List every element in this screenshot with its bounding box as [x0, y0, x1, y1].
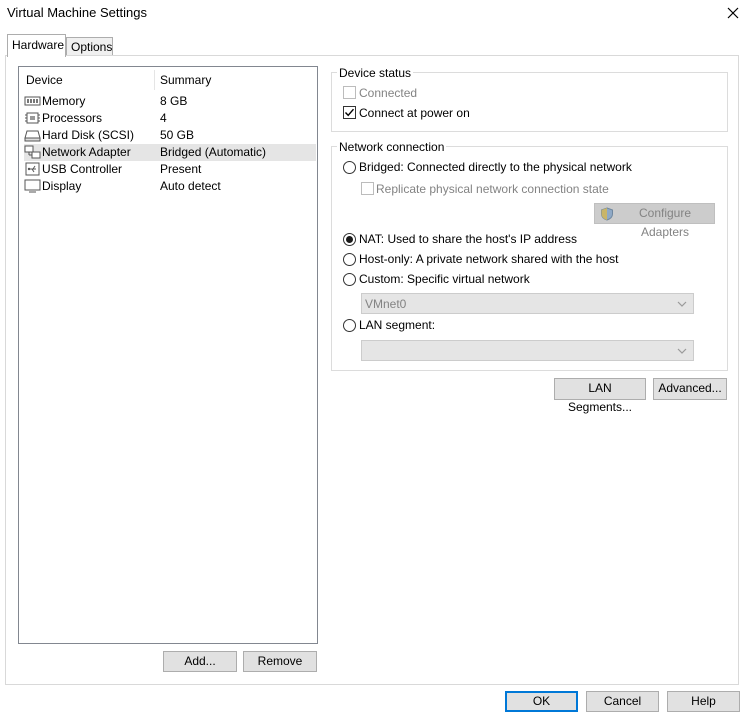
device-row-network-adapter[interactable]: Network Adapter Bridged (Automatic) — [24, 144, 316, 161]
connect-at-power-on-label: Connect at power on — [359, 106, 470, 120]
help-button[interactable]: Help — [667, 691, 740, 712]
network-adapter-icon — [24, 145, 41, 159]
bridged-radio[interactable] — [343, 161, 356, 174]
nat-radio[interactable] — [343, 233, 356, 246]
device-summary: 8 GB — [160, 94, 188, 108]
ok-button[interactable]: OK — [505, 691, 578, 712]
network-connection-title: Network connection — [337, 140, 447, 154]
device-row-usb-controller[interactable]: USB Controller Present — [24, 161, 316, 178]
advanced-button[interactable]: Advanced... — [653, 378, 727, 400]
close-button[interactable] — [722, 2, 744, 24]
lan-segment-radio[interactable] — [343, 319, 356, 332]
connect-at-power-on-checkbox[interactable] — [343, 106, 356, 119]
remove-button[interactable]: Remove — [243, 651, 317, 672]
shield-icon — [601, 207, 613, 221]
device-name: Network Adapter — [42, 145, 131, 159]
device-summary: Bridged (Automatic) — [160, 145, 267, 159]
chevron-down-icon — [677, 348, 687, 354]
device-name: USB Controller — [42, 162, 123, 176]
device-row-processors[interactable]: Processors 4 — [24, 110, 316, 127]
host-only-radio[interactable] — [343, 253, 356, 266]
add-button[interactable]: Add... — [163, 651, 237, 672]
custom-network-value: VMnet0 — [365, 297, 407, 311]
device-status-title: Device status — [337, 66, 414, 80]
device-name: Memory — [42, 94, 86, 108]
host-only-label: Host-only: A private network shared with… — [359, 252, 619, 266]
custom-radio[interactable] — [343, 273, 356, 286]
device-summary: Auto detect — [160, 179, 221, 193]
memory-icon — [24, 94, 41, 108]
window-title: Virtual Machine Settings — [7, 5, 147, 20]
bridged-label: Bridged: Connected directly to the physi… — [359, 160, 632, 174]
tab-options[interactable]: Options — [66, 37, 113, 55]
tab-hardware[interactable]: Hardware — [7, 34, 66, 57]
cancel-button[interactable]: Cancel — [586, 691, 659, 712]
device-summary: Present — [160, 162, 202, 176]
custom-network-select[interactable]: VMnet0 — [361, 293, 694, 314]
nat-label: NAT: Used to share the host's IP address — [359, 232, 577, 246]
device-row-memory[interactable]: Memory 8 GB — [24, 93, 316, 110]
connected-label: Connected — [359, 86, 418, 100]
device-name: Processors — [42, 111, 103, 125]
connected-checkbox[interactable] — [343, 86, 356, 99]
lan-segment-label: LAN segment: — [359, 318, 436, 332]
device-status-group — [331, 72, 728, 132]
configure-adapters-button[interactable]: Configure Adapters — [594, 203, 715, 239]
device-list[interactable]: Device Summary Memory 8 GB Processors 4 … — [18, 66, 318, 644]
processor-icon — [24, 111, 41, 125]
device-summary: 4 — [160, 111, 167, 125]
configure-adapters-label: Configure Adapters — [638, 206, 692, 239]
device-row-display[interactable]: Display Auto detect — [24, 178, 316, 195]
device-summary: 50 GB — [160, 128, 195, 142]
device-name: Hard Disk (SCSI) — [42, 128, 135, 142]
column-header-summary[interactable]: Summary — [160, 73, 211, 87]
replicate-state-checkbox[interactable] — [361, 182, 374, 195]
column-divider[interactable] — [154, 70, 155, 90]
replicate-state-label: Replicate physical network connection st… — [376, 182, 609, 196]
chevron-down-icon — [677, 301, 687, 307]
usb-controller-icon — [24, 162, 41, 176]
close-icon — [727, 7, 739, 19]
hard-disk-icon — [24, 128, 41, 142]
device-name: Display — [42, 179, 82, 193]
lan-segment-select[interactable] — [361, 340, 694, 361]
lan-segments-button[interactable]: LAN Segments... — [554, 378, 646, 414]
display-icon — [24, 179, 41, 193]
checkmark-icon — [344, 108, 355, 117]
custom-label: Custom: Specific virtual network — [359, 272, 530, 286]
column-header-device[interactable]: Device — [26, 73, 63, 87]
device-row-hard-disk[interactable]: Hard Disk (SCSI) 50 GB — [24, 127, 316, 144]
